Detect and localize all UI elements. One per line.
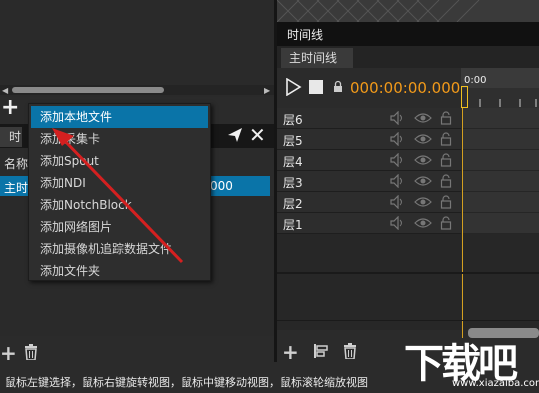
watermark-url: www.xiazaiba.com — [452, 378, 539, 389]
status-hint-text: 鼠标左键选择，鼠标右键旋转视图，鼠标中键移动视图，鼠标滚轮缩放视图 — [5, 376, 368, 389]
